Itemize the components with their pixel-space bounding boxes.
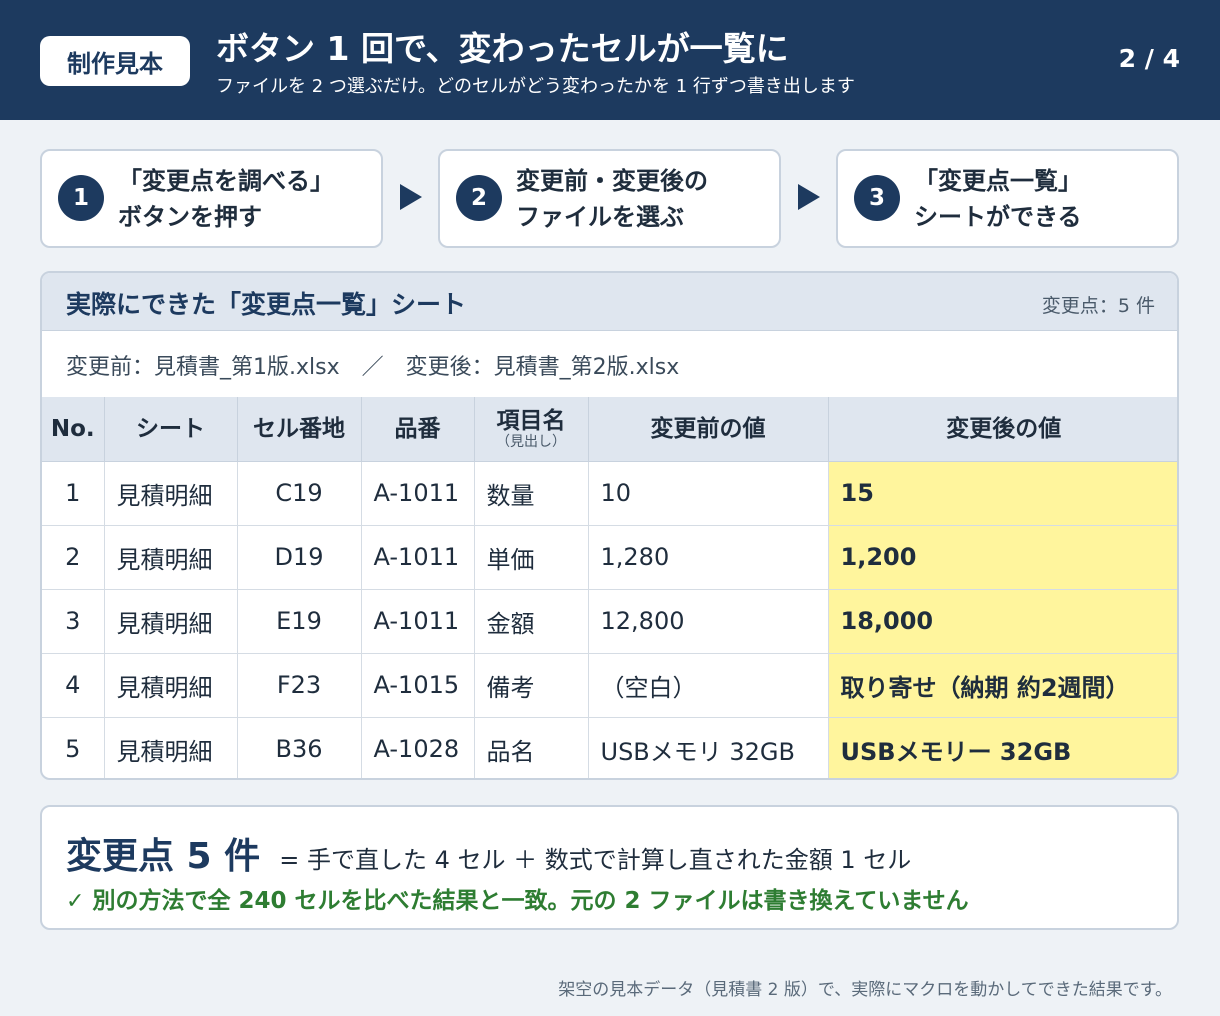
- cell-sheet: 見積明細: [104, 461, 238, 526]
- cell-sheet: 見積明細: [104, 653, 238, 718]
- step-label-line1: 変更前・変更後の: [516, 167, 708, 195]
- col-header-item-sub: （見出し）: [496, 433, 566, 450]
- cell-before: 1,280: [588, 525, 829, 590]
- cell-no: 4: [42, 653, 105, 718]
- compared-files: 変更前：見積書_第1版.xlsx ／ 変更後：見積書_第2版.xlsx: [66, 355, 680, 380]
- cell-no: 2: [42, 525, 105, 590]
- cell-address: D19: [237, 525, 362, 590]
- step-number: 3: [854, 175, 900, 221]
- cell-part: A-1011: [361, 461, 475, 526]
- table-row: 1 見積明細 C19 A-1011 数量 10 15: [42, 461, 1177, 526]
- cell-part: A-1028: [361, 717, 475, 778]
- cell-no: 1: [42, 461, 105, 526]
- arrow-right-icon: [798, 184, 820, 210]
- footer-note: 架空の見本データ（見積書 2 版）で、実際にマクロを動かしてできた結果です。: [558, 980, 1172, 1000]
- step-3: 3 「変更点一覧」 シートができる: [836, 149, 1179, 248]
- cell-part: A-1011: [361, 589, 475, 654]
- change-count: 変更点：5 件: [1041, 295, 1155, 317]
- cell-sheet: 見積明細: [104, 717, 238, 778]
- step-label: 変更前・変更後の ファイルを選ぶ: [516, 163, 708, 235]
- cell-address: C19: [237, 461, 362, 526]
- col-header-cell: セル番地: [237, 397, 362, 462]
- step-1: 1 「変更点を調べる」 ボタンを押す: [40, 149, 383, 248]
- sample-badge: 制作見本: [40, 36, 190, 86]
- col-header-after: 変更後の値: [828, 397, 1177, 462]
- check-icon: ✓: [66, 889, 85, 914]
- cell-item: 備考: [474, 653, 589, 718]
- summary-box: 変更点 5 件 = 手で直した 4 セル ＋ 数式で計算し直された金額 1 セル…: [40, 805, 1179, 930]
- summary-breakdown: = 手で直した 4 セル ＋ 数式で計算し直された金額 1 セル: [279, 846, 912, 874]
- cell-after: 15: [828, 461, 1177, 526]
- step-label-line2: シートができる: [914, 203, 1082, 231]
- col-header-item-label: 項目名: [496, 407, 566, 434]
- col-header-part: 品番: [361, 397, 475, 462]
- col-header-before: 変更前の値: [588, 397, 829, 462]
- table-header-row: No. シート セル番地 品番 項目名 （見出し） 変更前の値 変更後の値: [42, 397, 1177, 462]
- cell-address: B36: [237, 717, 362, 778]
- cell-sheet: 見積明細: [104, 525, 238, 590]
- cell-before: （空白）: [588, 653, 829, 718]
- cell-item: 金額: [474, 589, 589, 654]
- step-number: 2: [456, 175, 502, 221]
- verification-note: ✓ 別の方法で全 240 セルを比べた結果と一致。元の 2 ファイルは書き換えて…: [66, 881, 969, 915]
- table-row: 4 見積明細 F23 A-1015 備考 （空白） 取り寄せ（納期 約2週間）: [42, 653, 1177, 718]
- cell-before: 12,800: [588, 589, 829, 654]
- step-label: 「変更点一覧」 シートができる: [914, 163, 1082, 235]
- step-label-line2: ファイルを選ぶ: [516, 203, 684, 231]
- cell-after: 取り寄せ（納期 約2週間）: [828, 653, 1177, 718]
- cell-item: 数量: [474, 461, 589, 526]
- cell-before: USBメモリ 32GB: [588, 717, 829, 778]
- changes-table: No. シート セル番地 品番 項目名 （見出し） 変更前の値 変更後の値 1 …: [42, 397, 1177, 778]
- cell-after: 18,000: [828, 589, 1177, 654]
- verification-text: 別の方法で全 240 セルを比べた結果と一致。元の 2 ファイルは書き換えていま…: [92, 888, 969, 914]
- cell-part: A-1015: [361, 653, 475, 718]
- table-row: 2 見積明細 D19 A-1011 単価 1,280 1,200: [42, 525, 1177, 590]
- cell-address: E19: [237, 589, 362, 654]
- cell-after: 1,200: [828, 525, 1177, 590]
- cell-part: A-1011: [361, 525, 475, 590]
- step-number: 1: [58, 175, 104, 221]
- arrow-right-icon: [400, 184, 422, 210]
- summary-line: 変更点 5 件 = 手で直した 4 セル ＋ 数式で計算し直された金額 1 セル: [66, 827, 911, 879]
- header-bar: 制作見本 ボタン 1 回で、変わったセルが一覧に ファイルを 2 つ選ぶだけ。ど…: [0, 0, 1220, 120]
- changes-sheet-panel: 実際にできた「変更点一覧」シート 変更点：5 件 変更前：見積書_第1版.xls…: [40, 271, 1179, 780]
- panel-header: 実際にできた「変更点一覧」シート 変更点：5 件: [42, 273, 1177, 331]
- cell-no: 5: [42, 717, 105, 778]
- table-row: 3 見積明細 E19 A-1011 金額 12,800 18,000: [42, 589, 1177, 654]
- col-header-item: 項目名 （見出し）: [474, 397, 589, 462]
- step-label-line2: ボタンを押す: [118, 203, 262, 231]
- col-header-no: No.: [42, 397, 105, 462]
- page-indicator: 2 / 4: [1118, 44, 1180, 73]
- cell-before: 10: [588, 461, 829, 526]
- step-2: 2 変更前・変更後の ファイルを選ぶ: [438, 149, 781, 248]
- step-label-line1: 「変更点一覧」: [914, 167, 1082, 195]
- step-label: 「変更点を調べる」 ボタンを押す: [118, 163, 334, 235]
- cell-item: 品名: [474, 717, 589, 778]
- page-subtitle: ファイルを 2 つ選ぶだけ。どのセルがどう変わったかを 1 行ずつ書き出します: [216, 76, 855, 97]
- step-label-line1: 「変更点を調べる」: [118, 167, 334, 195]
- cell-sheet: 見積明細: [104, 589, 238, 654]
- cell-no: 3: [42, 589, 105, 654]
- panel-title: 実際にできた「変更点一覧」シート: [66, 290, 467, 319]
- page-title: ボタン 1 回で、変わったセルが一覧に: [216, 29, 789, 68]
- summary-count: 変更点 5 件: [66, 836, 261, 877]
- cell-item: 単価: [474, 525, 589, 590]
- col-header-sheet: シート: [104, 397, 238, 462]
- cell-address: F23: [237, 653, 362, 718]
- cell-after: USBメモリー 32GB: [828, 717, 1177, 778]
- table-row: 5 見積明細 B36 A-1028 品名 USBメモリ 32GB USBメモリー…: [42, 717, 1177, 778]
